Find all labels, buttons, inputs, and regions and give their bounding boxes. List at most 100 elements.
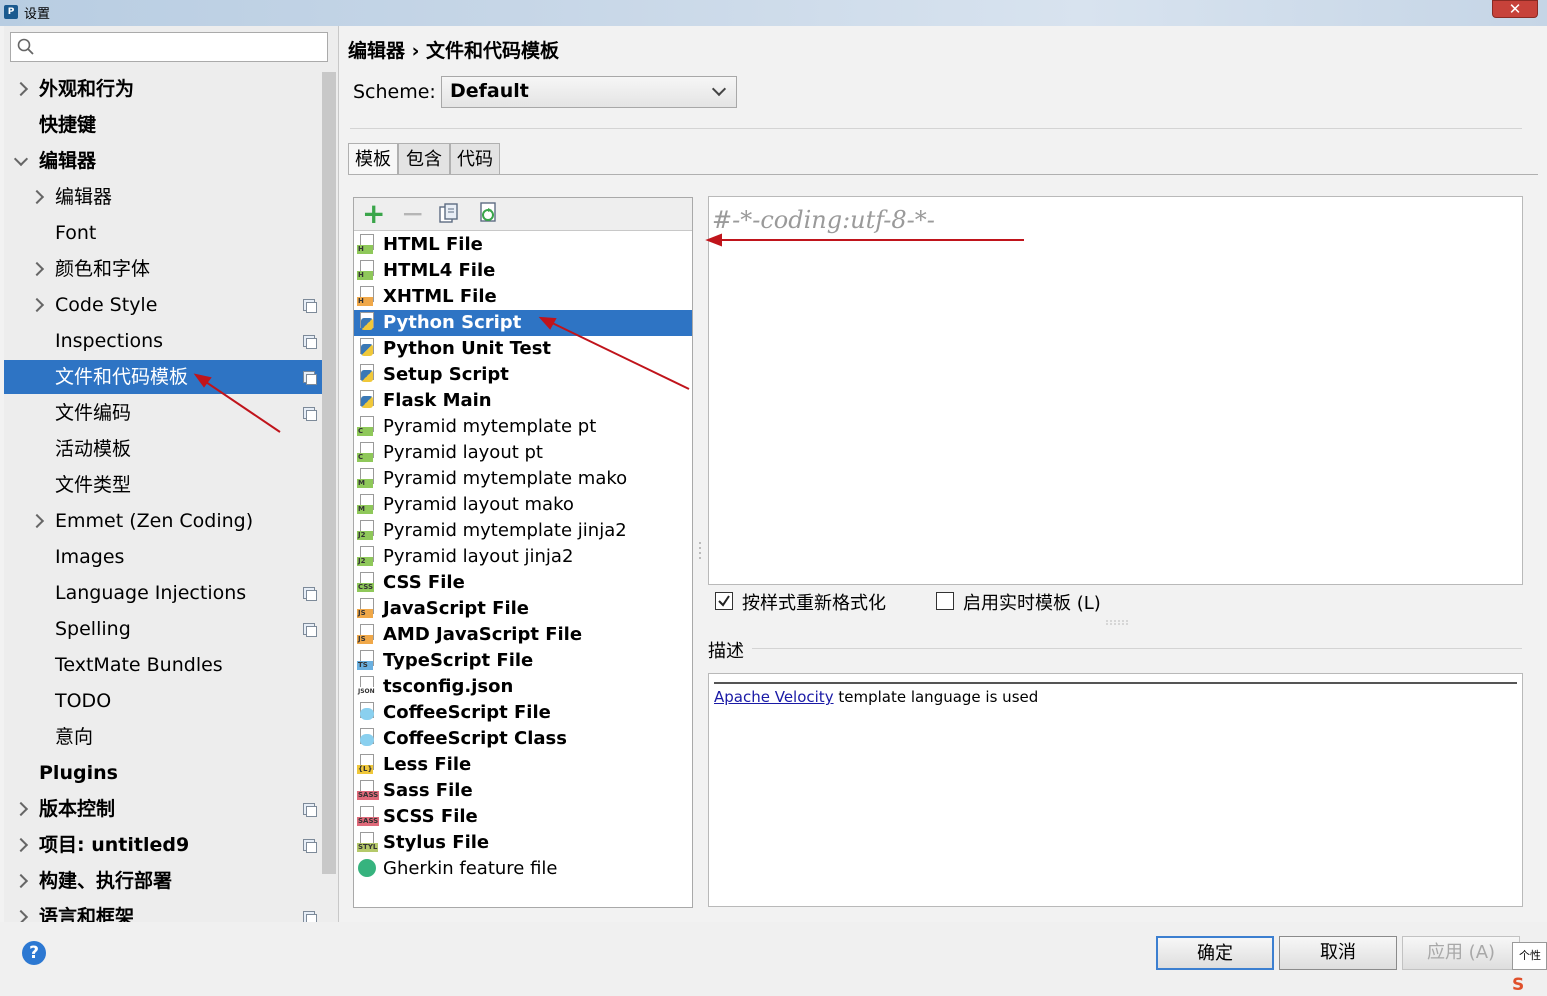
template-item[interactable]: CSS CSS File — [354, 570, 692, 596]
cancel-button[interactable]: 取消 — [1279, 936, 1397, 970]
file-type-icon: SASS — [357, 780, 380, 800]
sidebar-item[interactable]: 快捷键 — [4, 108, 322, 142]
sidebar-item[interactable]: Inspections — [4, 324, 322, 358]
template-item[interactable]: JS AMD JavaScript File — [354, 622, 692, 648]
template-item[interactable]: M Pyramid layout mako — [354, 492, 692, 518]
sidebar-item-label: Inspections — [55, 330, 164, 352]
apache-velocity-link[interactable]: Apache Velocity — [714, 688, 834, 706]
template-item[interactable]: CoffeeScript File — [354, 700, 692, 726]
tab-includes[interactable]: 包含 — [398, 143, 450, 175]
sidebar-item-label: Code Style — [55, 294, 158, 316]
reset-template-button[interactable] — [476, 201, 500, 225]
template-item[interactable]: TS TypeScript File — [354, 648, 692, 674]
template-item[interactable]: J2 Pyramid mytemplate jinja2 — [354, 518, 692, 544]
reformat-checkbox[interactable] — [715, 592, 733, 610]
sidebar-item[interactable]: 构建、执行部署 — [4, 864, 322, 898]
template-item[interactable]: CoffeeScript Class — [354, 726, 692, 752]
sidebar-item[interactable]: Emmet (Zen Coding) — [4, 504, 322, 538]
template-item[interactable]: C Pyramid mytemplate pt — [354, 414, 692, 440]
description-panel — [708, 673, 1523, 907]
chevron-right-icon[interactable] — [13, 837, 29, 853]
chevron-right-icon[interactable] — [13, 873, 29, 889]
scheme-select[interactable]: Default — [441, 76, 737, 108]
template-item[interactable]: J2 Pyramid layout jinja2 — [354, 544, 692, 570]
resize-handle[interactable] — [1106, 619, 1128, 625]
chevron-right-icon[interactable] — [13, 81, 29, 97]
sidebar-item[interactable]: TODO — [4, 684, 322, 718]
template-item[interactable]: M Pyramid mytemplate mako — [354, 466, 692, 492]
settings-search-input[interactable] — [10, 32, 328, 62]
sidebar-item[interactable]: 文件和代码模板 — [4, 360, 322, 394]
template-item-label: AMD JavaScript File — [383, 624, 583, 645]
sidebar-item[interactable]: Font — [4, 216, 322, 250]
ok-button[interactable]: 确定 — [1156, 936, 1274, 970]
sidebar-item[interactable]: TextMate Bundles — [4, 648, 322, 682]
template-item[interactable]: H HTML File — [354, 232, 692, 258]
template-item[interactable]: SASS Sass File — [354, 778, 692, 804]
ime-logo-icon[interactable]: S — [1512, 975, 1542, 996]
tab-code[interactable]: 代码 — [450, 143, 500, 175]
file-type-icon: STYL — [357, 832, 379, 852]
template-item[interactable]: H XHTML File — [354, 284, 692, 310]
template-item[interactable]: Python Script — [354, 310, 692, 336]
file-type-icon: J2 — [357, 546, 375, 566]
tab-templates[interactable]: 模板 — [348, 143, 398, 175]
copy-template-button[interactable] — [437, 202, 461, 226]
sidebar-item[interactable]: 文件类型 — [4, 468, 322, 502]
chevron-right-icon[interactable] — [13, 801, 29, 817]
project-scope-icon — [303, 335, 317, 349]
sidebar-item[interactable]: 意向 — [4, 720, 322, 754]
template-item[interactable]: JS JavaScript File — [354, 596, 692, 622]
apply-button[interactable]: 应用 (A) — [1402, 936, 1520, 970]
sidebar-item[interactable]: Spelling — [4, 612, 322, 646]
file-type-icon — [357, 858, 376, 878]
close-button[interactable]: ✕ — [1492, 0, 1538, 18]
sidebar-item-label: 编辑器 — [39, 150, 97, 172]
template-item[interactable]: H HTML4 File — [354, 258, 692, 284]
chevron-right-icon[interactable] — [29, 189, 45, 205]
sidebar-item[interactable]: 颜色和字体 — [4, 252, 322, 286]
template-item[interactable]: Gherkin feature file — [354, 856, 692, 882]
template-item-label: TypeScript File — [383, 650, 534, 671]
chevron-right-icon[interactable] — [29, 513, 45, 529]
live-template-checkbox[interactable] — [936, 592, 954, 610]
template-item[interactable]: Setup Script — [354, 362, 692, 388]
template-item[interactable]: STYL Stylus File — [354, 830, 692, 856]
sidebar-item[interactable]: Plugins — [4, 756, 322, 790]
breadcrumb: 编辑器 › 文件和代码模板 — [348, 40, 560, 62]
template-item[interactable]: Flask Main — [354, 388, 692, 414]
chevron-right-icon[interactable] — [29, 261, 45, 277]
sidebar-item[interactable]: Images — [4, 540, 322, 574]
reformat-label[interactable]: 按样式重新格式化 — [742, 589, 886, 615]
sidebar-item-label: TODO — [55, 690, 112, 712]
chevron-down-icon[interactable] — [13, 151, 29, 167]
template-item[interactable]: C Pyramid layout pt — [354, 440, 692, 466]
template-item[interactable]: Python Unit Test — [354, 336, 692, 362]
sidebar-item[interactable]: 编辑器 — [4, 180, 322, 214]
remove-template-button[interactable]: − — [401, 199, 424, 229]
sidebar-item[interactable]: 编辑器 — [4, 144, 322, 178]
sidebar-item[interactable]: 外观和行为 — [4, 72, 322, 106]
project-scope-icon — [303, 839, 317, 853]
add-template-button[interactable]: + — [362, 199, 385, 229]
editor-content[interactable]: #-*-coding:utf-8-*- — [712, 206, 935, 234]
description-rule — [714, 682, 1517, 684]
sidebar-item[interactable]: 活动模板 — [4, 432, 322, 466]
help-button[interactable]: ? — [22, 941, 46, 965]
template-editor[interactable] — [708, 196, 1523, 585]
template-item-label: Python Script — [383, 312, 522, 333]
file-type-icon: JSON — [357, 676, 376, 696]
splitter-handle[interactable] — [697, 540, 703, 560]
chevron-right-icon[interactable] — [29, 297, 45, 313]
sidebar-item[interactable]: Language Injections — [4, 576, 322, 610]
template-item[interactable]: SASS SCSS File — [354, 804, 692, 830]
sidebar-scrollbar[interactable] — [322, 72, 336, 874]
sidebar-item[interactable]: 版本控制 — [4, 792, 322, 826]
sidebar-item[interactable]: 文件编码 — [4, 396, 322, 430]
sidebar-item[interactable]: Code Style — [4, 288, 322, 322]
live-template-label[interactable]: 启用实时模板 (L) — [963, 589, 1101, 615]
template-item[interactable]: JSON tsconfig.json — [354, 674, 692, 700]
sidebar-item[interactable]: 项目: untitled9 — [4, 828, 322, 862]
template-item[interactable]: {L} Less File — [354, 752, 692, 778]
tab-underline — [348, 174, 1538, 175]
